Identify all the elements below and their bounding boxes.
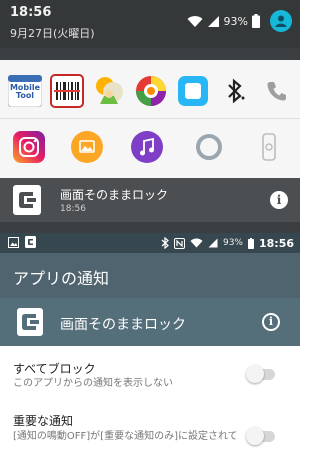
instagram-icon[interactable] <box>10 128 48 166</box>
app-name: 画面そのままロック <box>60 317 186 333</box>
battery-icon <box>252 14 260 28</box>
page-title: アプリの通知 <box>13 269 110 288</box>
block-all-toggle[interactable] <box>246 365 275 383</box>
wifi-icon <box>187 15 203 27</box>
barcode-app-icon[interactable] <box>48 72 86 110</box>
notification-shade: 18:56 9月27日(火曜日) 93% Mobile Tool 画面そのままロ… <box>0 0 300 233</box>
notification-title: 画面そのままロック <box>60 188 169 202</box>
divider <box>0 118 300 119</box>
info-icon[interactable]: i <box>270 191 288 209</box>
gallery-icon[interactable] <box>68 128 106 166</box>
app-info-icon[interactable]: i <box>262 313 280 331</box>
setting-title: すべてブロック <box>13 362 96 376</box>
battery-status-icon <box>247 237 254 249</box>
toggle-knob <box>246 427 264 445</box>
settings-ring-icon[interactable] <box>190 128 228 166</box>
image-icon <box>8 236 19 248</box>
signal-icon <box>207 15 219 27</box>
screen-lock-app-icon <box>13 185 41 215</box>
status-time: 18:56 <box>10 5 52 20</box>
nfc-icon <box>173 237 185 249</box>
setting-description: [通知の鳴動OFF]が[重要な通知のみ]に設定されて <box>13 431 238 442</box>
signal-status-icon <box>208 238 218 248</box>
setting-priority[interactable]: 重要な通知 [通知の鳴動OFF]が[重要な通知のみ]に設定されて <box>0 398 300 449</box>
shade-status-bar: 18:56 9月27日(火曜日) 93% <box>0 0 300 48</box>
setting-block-all[interactable]: すべてブロック このアプリからの通知を表示しない <box>0 346 300 398</box>
lock-status-icon <box>25 236 36 248</box>
bluetooth-icon[interactable] <box>216 72 254 110</box>
status-time-2: 18:56 <box>258 236 294 250</box>
bluetooth-status-icon <box>161 237 169 249</box>
setting-description: このアプリからの通知を表示しない <box>13 378 173 389</box>
wifi-status-icon <box>190 238 203 248</box>
phone-icon[interactable] <box>258 72 296 110</box>
priority-toggle[interactable] <box>246 427 275 445</box>
device-watch-icon[interactable] <box>250 128 288 166</box>
battery-percent-2: 93% <box>222 238 243 248</box>
mobile-tool-label-2: Tool <box>15 91 35 100</box>
music-icon[interactable] <box>128 128 166 166</box>
toggle-knob <box>246 365 264 383</box>
color-app-icon[interactable] <box>132 72 170 110</box>
setting-title: 重要な通知 <box>13 414 74 428</box>
watch-app-icon[interactable] <box>174 72 212 110</box>
status-date: 9月27日(火曜日) <box>10 27 95 40</box>
lock-notification[interactable]: 画面そのままロック 18:56 i <box>0 178 300 222</box>
battery-percent: 93% <box>223 14 248 28</box>
weather-app-icon[interactable] <box>90 72 128 110</box>
app-bar: アプリの通知 <box>0 253 300 298</box>
app-header: 画面そのままロック i <box>0 298 300 346</box>
mobile-tool-icon[interactable]: Mobile Tool <box>6 72 44 110</box>
notification-time: 18:56 <box>60 204 86 214</box>
user-avatar-icon[interactable] <box>270 10 292 32</box>
status-bar: 93% 18:56 <box>0 233 300 253</box>
quick-apps-panel: Mobile Tool <box>0 60 300 178</box>
screen-lock-app-icon-large <box>17 308 43 336</box>
